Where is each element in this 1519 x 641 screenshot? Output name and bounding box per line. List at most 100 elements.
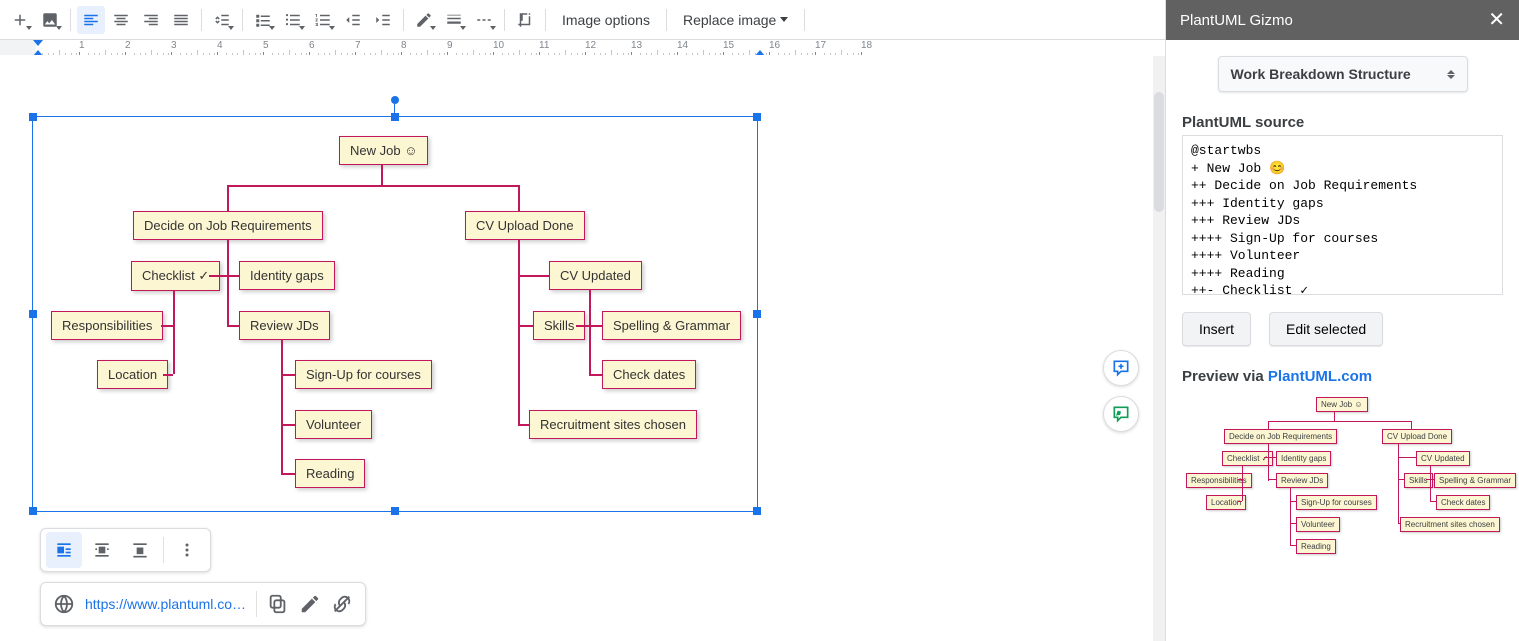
wbs-node: Review JDs: [1276, 473, 1328, 488]
wbs-connector: [518, 185, 520, 211]
ruler-margin-left[interactable]: [33, 40, 43, 46]
wbs-connector: [381, 165, 383, 185]
wbs-node: Spelling & Grammar: [1434, 473, 1516, 488]
close-sidebar-button[interactable]: ✕: [1488, 10, 1505, 30]
wrap-text-button[interactable]: [84, 532, 120, 568]
image-menu-button[interactable]: [36, 6, 64, 34]
wbs-connector: [161, 325, 173, 327]
wbs-node: CV Updated: [549, 261, 642, 290]
wbs-node: Location: [1206, 495, 1246, 510]
preview-link[interactable]: PlantUML.com: [1268, 368, 1372, 385]
link-url[interactable]: https://www.plantuml.co…: [85, 596, 246, 612]
wbs-connector: [576, 325, 589, 327]
source-textarea[interactable]: [1182, 135, 1503, 295]
resize-handle[interactable]: [29, 507, 37, 515]
globe-icon: [53, 593, 75, 615]
wbs-node: Sign-Up for courses: [295, 360, 432, 389]
decrease-indent-button[interactable]: [339, 6, 367, 34]
scrollbar[interactable]: [1153, 56, 1165, 641]
separator: [403, 9, 404, 31]
separator: [242, 9, 243, 31]
wbs-node: Decide on Job Requirements: [133, 211, 323, 240]
image-options-button[interactable]: Image options: [552, 6, 660, 34]
link-toolbar: https://www.plantuml.co…: [40, 582, 366, 626]
remove-link-button[interactable]: [331, 593, 353, 615]
bulleted-list-button[interactable]: [279, 6, 307, 34]
wbs-connector: [281, 424, 295, 426]
preview-label: Preview via PlantUML.com: [1182, 368, 1503, 385]
copy-link-button[interactable]: [267, 593, 289, 615]
separator: [804, 9, 805, 31]
wbs-connector: [227, 185, 519, 187]
wbs-connector: [281, 374, 295, 376]
wbs-node: Spelling & Grammar: [602, 311, 741, 340]
wbs-node: New Job ☺: [339, 136, 428, 165]
edit-selected-button[interactable]: Edit selected: [1269, 312, 1383, 346]
separator: [666, 9, 667, 31]
border-dash-button[interactable]: [470, 6, 498, 34]
align-right-button[interactable]: [137, 6, 165, 34]
wbs-connector: [227, 185, 229, 211]
image-wrap-toolbar: [40, 528, 211, 572]
separator: [504, 9, 505, 31]
resize-handle[interactable]: [391, 113, 399, 121]
resize-handle[interactable]: [753, 310, 761, 318]
wbs-connector: [227, 240, 229, 326]
wbs-connector: [589, 374, 602, 376]
separator: [545, 9, 546, 31]
crop-button[interactable]: [511, 6, 539, 34]
align-center-button[interactable]: [107, 6, 135, 34]
wbs-node: New Job ☺: [1316, 397, 1368, 412]
resize-handle[interactable]: [29, 310, 37, 318]
wrap-inline-button[interactable]: [46, 532, 82, 568]
insert-menu-button[interactable]: [6, 6, 34, 34]
wbs-node: CV Updated: [1416, 451, 1470, 466]
wbs-connector: [589, 290, 591, 374]
align-left-button[interactable]: [77, 6, 105, 34]
replace-image-button[interactable]: Replace image: [673, 6, 798, 34]
wbs-connector: [518, 424, 529, 426]
resize-handle[interactable]: [391, 507, 399, 515]
resize-handle[interactable]: [29, 113, 37, 121]
add-comment-button[interactable]: [1103, 350, 1139, 386]
wbs-node: Reading: [1296, 539, 1336, 554]
diagram-type-select[interactable]: Work Breakdown Structure: [1218, 56, 1468, 92]
wbs-connector: [518, 275, 549, 277]
scrollbar-thumb[interactable]: [1154, 92, 1164, 212]
suggest-edit-button[interactable]: [1103, 396, 1139, 432]
more-options-button[interactable]: [169, 532, 205, 568]
wbs-node: Checklist ✓: [131, 261, 220, 291]
wbs-node: Decide on Job Requirements: [1224, 429, 1337, 444]
edit-link-button[interactable]: [299, 593, 321, 615]
wbs-node: Review JDs: [239, 311, 330, 340]
increase-indent-button[interactable]: [369, 6, 397, 34]
numbered-list-button[interactable]: [309, 6, 337, 34]
wbs-node: Check dates: [602, 360, 696, 389]
line-spacing-button[interactable]: [208, 6, 236, 34]
wbs-connector: [518, 325, 533, 327]
wbs-node: CV Upload Done: [1382, 429, 1452, 444]
wrap-break-button[interactable]: [122, 532, 158, 568]
document-area: New Job ☺ Decide on Job Requirements CV …: [0, 56, 1165, 641]
resize-handle[interactable]: [753, 113, 761, 121]
wbs-node: Check dates: [1436, 495, 1490, 510]
selected-image[interactable]: New Job ☺ Decide on Job Requirements CV …: [32, 116, 758, 512]
wbs-node: Responsibilities: [51, 311, 163, 340]
wbs-node: Reading: [295, 459, 365, 488]
checklist-button[interactable]: [249, 6, 277, 34]
wbs-node: Sign-Up for courses: [1296, 495, 1377, 510]
wbs-node: Checklist ✓: [1222, 451, 1273, 466]
wbs-connector: [209, 275, 239, 277]
wbs-connector: [281, 473, 295, 475]
wbs-connector: [227, 325, 239, 327]
wbs-node: Volunteer: [1296, 517, 1340, 532]
separator: [201, 9, 202, 31]
wbs-node: CV Upload Done: [465, 211, 585, 240]
align-justify-button[interactable]: [167, 6, 195, 34]
resize-handle[interactable]: [753, 507, 761, 515]
border-color-button[interactable]: [410, 6, 438, 34]
rotate-handle[interactable]: [391, 96, 399, 104]
insert-button[interactable]: Insert: [1182, 312, 1251, 346]
border-weight-button[interactable]: [440, 6, 468, 34]
page[interactable]: New Job ☺ Decide on Job Requirements CV …: [0, 56, 1153, 641]
